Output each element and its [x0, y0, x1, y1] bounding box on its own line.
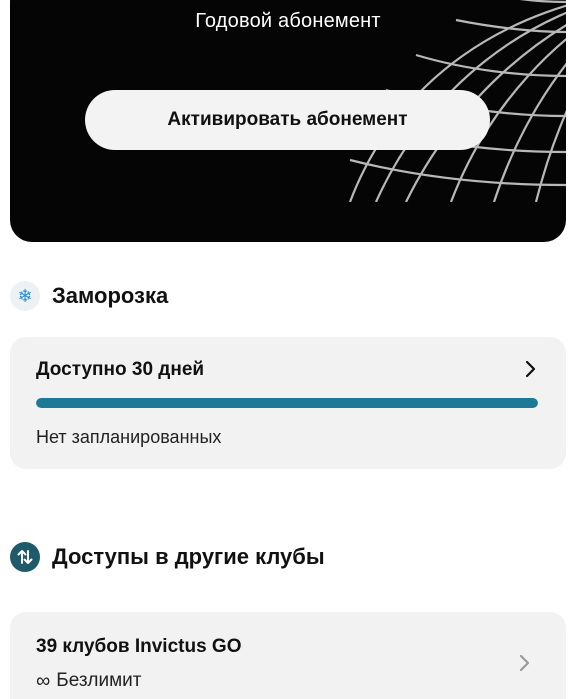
chevron-right-icon: [525, 360, 536, 378]
freeze-status-text: Нет запланированных: [36, 427, 222, 447]
club-access-section-header: Доступы в другие клубы: [10, 542, 325, 572]
freeze-progress-fill: [36, 398, 538, 408]
clubs-limit-text: Безлимит: [56, 670, 142, 691]
freeze-card[interactable]: Доступно 30 дней Нет запланированных: [10, 337, 566, 469]
freeze-progress-bar: [36, 398, 538, 408]
clubs-count-title: 39 клубов Invictus GO: [36, 636, 242, 657]
snowflake-icon: ❄: [10, 281, 40, 311]
activate-membership-button[interactable]: Активировать абонемент: [85, 90, 490, 150]
chevron-right-icon: [519, 654, 530, 672]
freeze-section-header: ❄ Заморозка: [10, 281, 168, 311]
infinity-icon: ∞: [36, 670, 51, 692]
clubs-limit: ∞ Безлимит: [36, 670, 141, 692]
freeze-section-title: Заморозка: [52, 283, 169, 308]
swap-arrows-icon: [10, 542, 40, 572]
freeze-available-days: Доступно 30 дней: [36, 359, 205, 380]
subscription-screen: Годовой абонемент Активировать абонемент…: [0, 0, 576, 699]
membership-title: Годовой абонемент: [195, 10, 381, 32]
clubs-access-card[interactable]: 39 клубов Invictus GO ∞ Безлимит: [10, 612, 566, 699]
membership-card: Годовой абонемент Активировать абонемент: [10, 0, 566, 242]
club-access-section-title: Доступы в другие клубы: [52, 544, 325, 569]
